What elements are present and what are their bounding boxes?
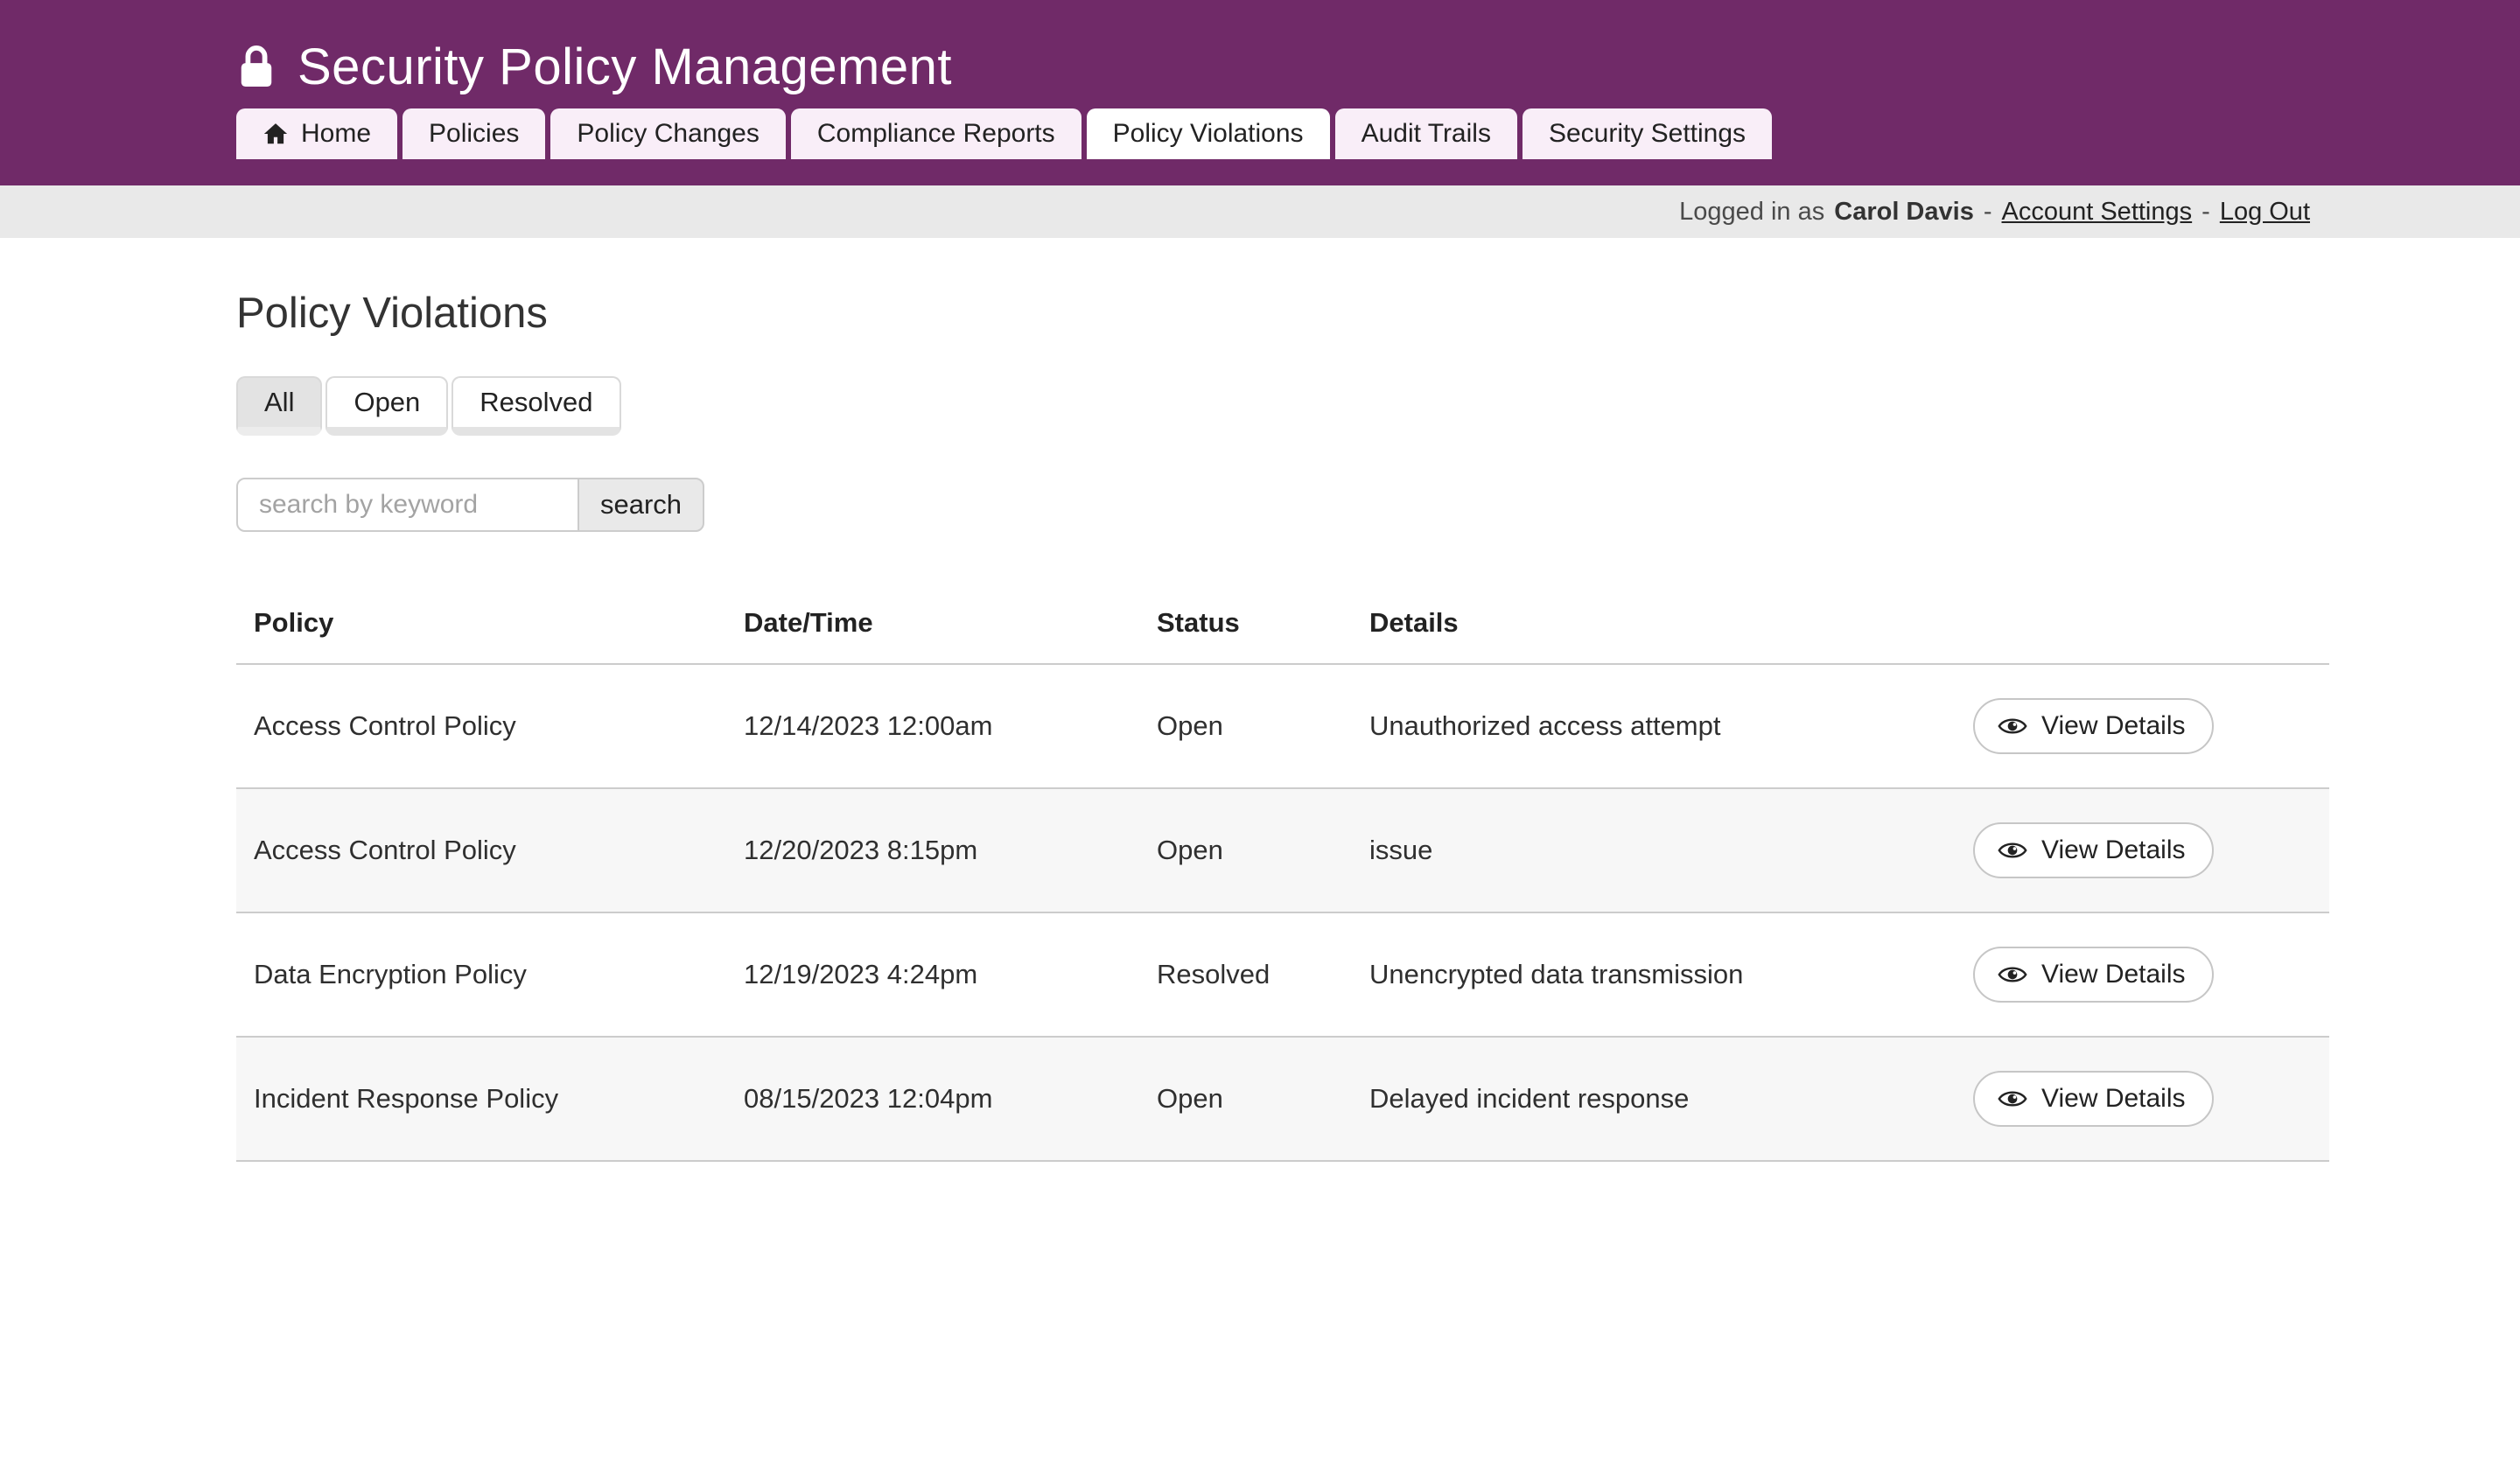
lock-icon: [236, 43, 276, 90]
view-details-button[interactable]: View Details: [1973, 822, 2214, 878]
cell-datetime: 12/20/2023 8:15pm: [726, 788, 1139, 912]
logged-in-text: Logged in as: [1679, 198, 1824, 227]
column-header-policy: Policy: [236, 586, 726, 664]
filter-resolved-button[interactable]: Resolved: [452, 376, 620, 436]
filter-open-button[interactable]: Open: [326, 376, 448, 436]
cell-datetime: 12/14/2023 12:00am: [726, 664, 1139, 788]
cell-policy: Incident Response Policy: [236, 1037, 726, 1161]
cell-details: Unencrypted data transmission: [1352, 912, 1956, 1037]
cell-policy: Data Encryption Policy: [236, 912, 726, 1037]
table-row: Data Encryption Policy 12/19/2023 4:24pm…: [236, 912, 2329, 1037]
column-header-status: Status: [1139, 586, 1352, 664]
nav-tab-label: Policy Changes: [577, 119, 759, 149]
nav-tab-label: Home: [301, 119, 371, 149]
page-title: Policy Violations: [236, 289, 2329, 338]
search-button[interactable]: search: [578, 478, 704, 532]
app-title: Security Policy Management: [298, 38, 952, 96]
eye-icon: [1998, 715, 2027, 738]
nav-tab-security-settings[interactable]: Security Settings: [1522, 108, 1772, 159]
table-row: Access Control Policy 12/14/2023 12:00am…: [236, 664, 2329, 788]
filter-all-button[interactable]: All: [236, 376, 322, 436]
view-details-label: View Details: [2041, 711, 2186, 741]
nav-tab-compliance-reports[interactable]: Compliance Reports: [791, 108, 1082, 159]
separator: -: [1984, 198, 1992, 227]
username: Carol Davis: [1834, 198, 1974, 227]
nav-tab-policies[interactable]: Policies: [402, 108, 545, 159]
cell-details: Delayed incident response: [1352, 1037, 1956, 1161]
cell-datetime: 08/15/2023 12:04pm: [726, 1037, 1139, 1161]
eye-icon: [1998, 1087, 2027, 1110]
view-details-label: View Details: [2041, 835, 2186, 865]
cell-details: issue: [1352, 788, 1956, 912]
separator: -: [2202, 198, 2210, 227]
cell-action: View Details: [1956, 1037, 2329, 1161]
cell-details: Unauthorized access attempt: [1352, 664, 1956, 788]
brand: Security Policy Management: [236, 26, 2520, 107]
nav-tab-home[interactable]: Home: [236, 108, 397, 159]
logout-link[interactable]: Log Out: [2220, 198, 2310, 227]
home-icon: [262, 121, 289, 147]
cell-status: Open: [1139, 664, 1352, 788]
user-bar: Logged in as Carol Davis - Account Setti…: [0, 185, 2520, 238]
view-details-button[interactable]: View Details: [1973, 1071, 2214, 1127]
search-input[interactable]: [236, 478, 579, 532]
column-header-datetime: Date/Time: [726, 586, 1139, 664]
table-row: Incident Response Policy 08/15/2023 12:0…: [236, 1037, 2329, 1161]
main-nav: Home Policies Policy Changes Compliance …: [236, 107, 2520, 159]
cell-action: View Details: [1956, 912, 2329, 1037]
nav-tab-label: Compliance Reports: [817, 119, 1055, 149]
view-details-label: View Details: [2041, 960, 2186, 989]
view-details-button[interactable]: View Details: [1973, 698, 2214, 754]
search-row: search: [236, 478, 2329, 532]
app-header: Security Policy Management Home Policies…: [0, 0, 2520, 185]
table-row: Access Control Policy 12/20/2023 8:15pm …: [236, 788, 2329, 912]
nav-tab-label: Policies: [429, 119, 519, 149]
column-header-action: [1956, 586, 2329, 664]
nav-tab-label: Audit Trails: [1362, 119, 1491, 149]
cell-datetime: 12/19/2023 4:24pm: [726, 912, 1139, 1037]
nav-tab-policy-changes[interactable]: Policy Changes: [550, 108, 785, 159]
cell-status: Resolved: [1139, 912, 1352, 1037]
eye-icon: [1998, 963, 2027, 986]
view-details-label: View Details: [2041, 1084, 2186, 1114]
view-details-button[interactable]: View Details: [1973, 947, 2214, 1003]
cell-policy: Access Control Policy: [236, 788, 726, 912]
cell-status: Open: [1139, 788, 1352, 912]
nav-tab-audit-trails[interactable]: Audit Trails: [1335, 108, 1517, 159]
nav-tab-label: Security Settings: [1549, 119, 1746, 149]
cell-status: Open: [1139, 1037, 1352, 1161]
nav-tab-label: Policy Violations: [1113, 119, 1304, 149]
status-filter-group: All Open Resolved: [236, 376, 621, 436]
cell-action: View Details: [1956, 788, 2329, 912]
main-content: Policy Violations All Open Resolved sear…: [236, 289, 2329, 1162]
table-header-row: Policy Date/Time Status Details: [236, 586, 2329, 664]
account-settings-link[interactable]: Account Settings: [2002, 198, 2193, 227]
eye-icon: [1998, 839, 2027, 862]
cell-policy: Access Control Policy: [236, 664, 726, 788]
violations-table: Policy Date/Time Status Details Access C…: [236, 586, 2329, 1162]
column-header-details: Details: [1352, 586, 1956, 664]
cell-action: View Details: [1956, 664, 2329, 788]
nav-tab-policy-violations[interactable]: Policy Violations: [1087, 108, 1330, 159]
